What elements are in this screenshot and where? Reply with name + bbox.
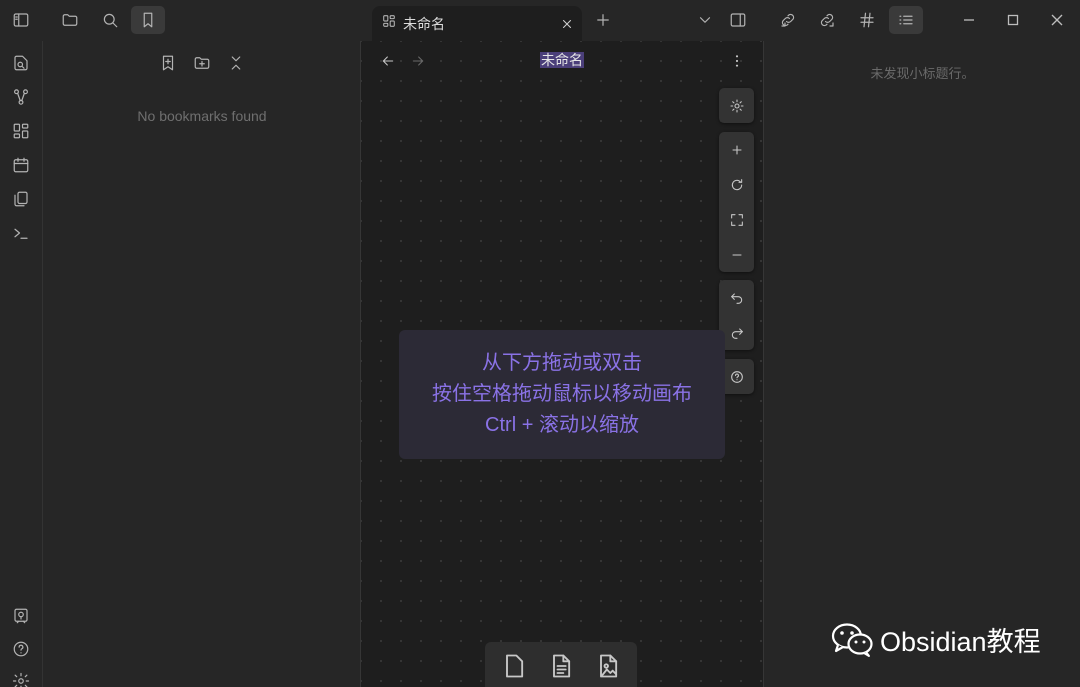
outgoing-link-icon[interactable] <box>810 6 844 34</box>
tab-title: 未命名 <box>403 15 445 32</box>
zoom-out-icon[interactable] <box>719 237 754 272</box>
settings-icon[interactable] <box>6 667 36 687</box>
bookmarks-panel: No bookmarks found <box>43 41 361 687</box>
chevron-down-icon[interactable] <box>688 6 722 34</box>
zoom-in-icon[interactable] <box>719 132 754 167</box>
canvas-view[interactable]: 未命名 从下方拖动或双击 按住空格拖动鼠标以移动画布 Ctrl + 滚动以缩放 <box>361 41 763 687</box>
canvas-icon[interactable] <box>6 117 36 145</box>
templates-icon[interactable] <box>6 185 36 213</box>
empty-bookmarks-message: No bookmarks found <box>137 108 267 124</box>
tab-untitled[interactable]: 未命名 <box>372 6 582 41</box>
empty-outline-message: 未发现小标题行。 <box>870 66 975 81</box>
title-bar: 未命名 <box>0 0 1080 41</box>
backlink-icon[interactable] <box>771 6 805 34</box>
folder-icon[interactable] <box>53 6 87 34</box>
maximize-icon[interactable] <box>998 6 1028 34</box>
gear-icon[interactable] <box>719 88 754 123</box>
watermark-text: Obsidian教程 <box>880 627 1041 657</box>
hint-line-drag: 从下方拖动或双击 <box>482 352 642 374</box>
canvas-card-toolbar <box>485 642 637 687</box>
add-card-icon[interactable] <box>496 648 532 684</box>
bookmark-icon[interactable] <box>131 6 165 34</box>
calendar-icon[interactable] <box>6 151 36 179</box>
hint-line-zoom: Ctrl + 滚动以缩放 <box>485 414 639 436</box>
quick-switcher-icon[interactable] <box>6 49 36 77</box>
canvas-icon <box>382 14 396 33</box>
zoom-controls <box>719 132 754 272</box>
graph-icon[interactable] <box>6 83 36 111</box>
hint-line-pan: 按住空格拖动鼠标以移动画布 <box>432 383 692 405</box>
right-sidebar-toggle-icon[interactable] <box>721 6 755 34</box>
wechat-logo-icon <box>831 622 873 657</box>
outline-panel: 未发现小标题行。 <box>763 41 1080 687</box>
left-ribbon <box>0 41 43 687</box>
terminal-icon[interactable] <box>6 219 36 247</box>
more-options-icon[interactable] <box>727 51 747 71</box>
new-tab-plus-icon[interactable] <box>586 6 620 34</box>
view-title[interactable]: 未命名 <box>361 50 763 70</box>
new-folder-icon[interactable] <box>188 51 216 75</box>
wechat-watermark: Obsidian教程 <box>830 620 1041 659</box>
vault-icon[interactable] <box>6 602 36 630</box>
app-window: 未命名 No bookmarks found 未命名 从下方拖动或双击 按住空格… <box>0 0 1080 687</box>
outline-list-icon[interactable] <box>889 6 923 34</box>
bookmark-add-icon[interactable] <box>154 51 182 75</box>
undo-icon[interactable] <box>719 280 754 315</box>
help-icon[interactable] <box>6 635 36 663</box>
canvas-settings-group <box>719 88 754 123</box>
window-close-icon[interactable] <box>1042 6 1072 34</box>
sidebar-toggle-icon[interactable] <box>4 6 38 34</box>
canvas-empty-hint: 从下方拖动或双击 按住空格拖动鼠标以移动画布 Ctrl + 滚动以缩放 <box>399 330 725 459</box>
search-icon[interactable] <box>93 6 127 34</box>
hashtag-icon[interactable] <box>850 6 884 34</box>
collapse-all-icon[interactable] <box>222 51 250 75</box>
minimize-icon[interactable] <box>954 6 984 34</box>
zoom-to-fit-icon[interactable] <box>719 202 754 237</box>
reset-zoom-icon[interactable] <box>719 167 754 202</box>
add-note-icon[interactable] <box>543 648 579 684</box>
add-media-icon[interactable] <box>590 648 626 684</box>
close-icon[interactable] <box>556 13 578 35</box>
